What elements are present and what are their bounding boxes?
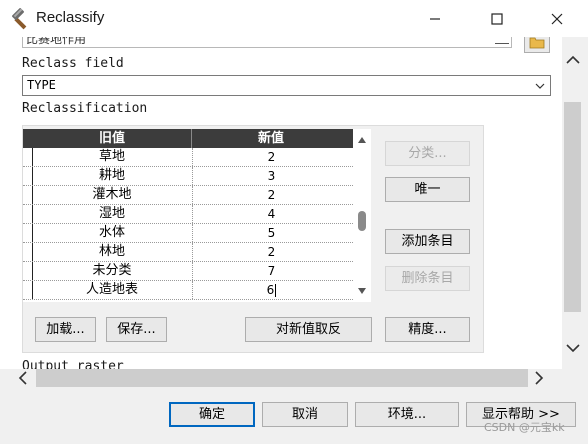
table-row[interactable]: 人造地表 6 <box>23 281 371 300</box>
new-value-edit-text[interactable]: 6 <box>267 283 275 297</box>
folder-icon <box>529 37 545 49</box>
minimize-button[interactable] <box>412 0 458 37</box>
table-row[interactable]: 水体 5 <box>23 224 371 243</box>
reclassification-group: 旧值 新值 草地 2 耕地 3 灌木地 2 湿地 4 水体 5 林地 2 未分类… <box>22 125 484 353</box>
reverse-new-values-button[interactable]: 对新值取反 <box>245 317 372 342</box>
table-scrollbar[interactable] <box>353 129 371 302</box>
maximize-button[interactable] <box>474 0 520 37</box>
scroll-down-icon[interactable] <box>357 286 367 296</box>
table-row[interactable]: 湿地 4 <box>23 205 371 224</box>
row-selector[interactable] <box>23 224 33 242</box>
new-value-cell[interactable]: 4 <box>192 205 350 223</box>
minimize-icon <box>430 17 440 20</box>
reclass-field-value: TYPE <box>27 78 56 92</box>
new-value-cell[interactable]: 2 <box>192 186 350 204</box>
new-value-cell[interactable]: 7 <box>192 262 350 280</box>
precision-button[interactable]: 精度... <box>385 317 470 342</box>
old-value-cell: 人造地表 <box>85 282 138 297</box>
dialog-client: 比赛地作用 Reclass field TYPE Reclassificatio… <box>0 37 588 444</box>
load-button[interactable]: 加载... <box>35 317 96 342</box>
panel-vertical-scrollbar[interactable] <box>562 48 588 369</box>
title-bar: Reclassify <box>0 0 588 37</box>
table-scroll-thumb[interactable] <box>358 211 366 231</box>
browse-input-button[interactable] <box>524 37 550 53</box>
new-value-header: 新值 <box>257 131 284 146</box>
close-icon <box>551 13 563 24</box>
old-value-cell: 湿地 <box>98 206 125 221</box>
new-value-cell[interactable]: 5 <box>192 224 350 242</box>
parameters-panel: 比赛地作用 Reclass field TYPE Reclassificatio… <box>0 37 562 369</box>
ok-button[interactable]: 确定 <box>169 402 255 427</box>
unique-button[interactable]: 唯一 <box>385 177 470 202</box>
table-row[interactable]: 耕地 3 <box>23 167 371 186</box>
row-selector[interactable] <box>23 205 33 223</box>
table-body: 草地 2 耕地 3 灌木地 2 湿地 4 水体 5 林地 2 未分类 7 人造地… <box>23 148 371 300</box>
input-raster-field[interactable]: 比赛地作用 <box>22 37 512 48</box>
row-selector[interactable] <box>23 186 33 204</box>
old-value-header: 旧值 <box>98 131 125 146</box>
close-button[interactable] <box>534 0 580 37</box>
old-value-cell: 灌木地 <box>92 187 132 202</box>
panel-scroll-thumb[interactable] <box>564 102 581 312</box>
old-value-cell: 水体 <box>98 225 125 240</box>
new-value-cell[interactable]: 2 <box>192 148 350 166</box>
maximize-icon <box>491 12 503 25</box>
chevron-right-icon[interactable] <box>534 371 544 389</box>
old-value-cell: 草地 <box>98 149 125 164</box>
chevron-left-icon[interactable] <box>18 371 28 389</box>
hammer-icon <box>9 8 31 30</box>
scroll-up-icon[interactable] <box>357 135 367 145</box>
reclass-field-select[interactable]: TYPE <box>22 75 551 96</box>
new-value-cell[interactable]: 2 <box>192 243 350 261</box>
chevron-up-icon[interactable] <box>566 54 580 69</box>
table-row[interactable]: 草地 2 <box>23 148 371 167</box>
text-caret <box>275 284 277 297</box>
new-value-cell[interactable]: 3 <box>192 167 350 185</box>
table-row[interactable]: 未分类 7 <box>23 262 371 281</box>
row-selector[interactable] <box>23 243 33 261</box>
environments-button[interactable]: 环境... <box>355 402 459 427</box>
add-entry-button[interactable]: 添加条目 <box>385 229 470 254</box>
reclassification-label: Reclassification <box>22 101 148 116</box>
table-row[interactable]: 灌木地 2 <box>23 186 371 205</box>
table-header: 旧值 新值 <box>23 129 371 148</box>
panel-horizontal-scrollbar[interactable] <box>0 369 562 391</box>
reclass-table: 旧值 新值 草地 2 耕地 3 灌木地 2 湿地 4 水体 5 林地 2 未分类… <box>23 129 371 302</box>
row-selector[interactable] <box>23 148 33 166</box>
row-selector[interactable] <box>23 281 33 299</box>
chevron-down-icon[interactable] <box>566 342 580 357</box>
classify-button[interactable]: 分类... <box>385 141 470 166</box>
old-value-cell: 耕地 <box>98 168 125 183</box>
window-title: Reclassify <box>36 9 105 26</box>
chevron-down-icon <box>532 77 548 94</box>
delete-entry-button[interactable]: 删除条目 <box>385 266 470 291</box>
row-selector[interactable] <box>23 167 33 185</box>
new-value-cell-editing[interactable]: 6 <box>192 281 350 299</box>
output-raster-label: Output raster <box>22 359 124 369</box>
watermark-text: CSDN @元宝kk <box>484 421 565 434</box>
table-row[interactable]: 林地 2 <box>23 243 371 262</box>
old-value-cell: 未分类 <box>92 263 132 278</box>
cancel-button[interactable]: 取消 <box>262 402 348 427</box>
row-selector[interactable] <box>23 262 33 280</box>
save-button[interactable]: 保存... <box>106 317 167 342</box>
input-raster-dropdown[interactable] <box>495 37 509 44</box>
horizontal-scroll-thumb[interactable] <box>36 369 528 387</box>
old-value-cell: 林地 <box>98 244 125 259</box>
reclass-field-label: Reclass field <box>22 56 124 71</box>
